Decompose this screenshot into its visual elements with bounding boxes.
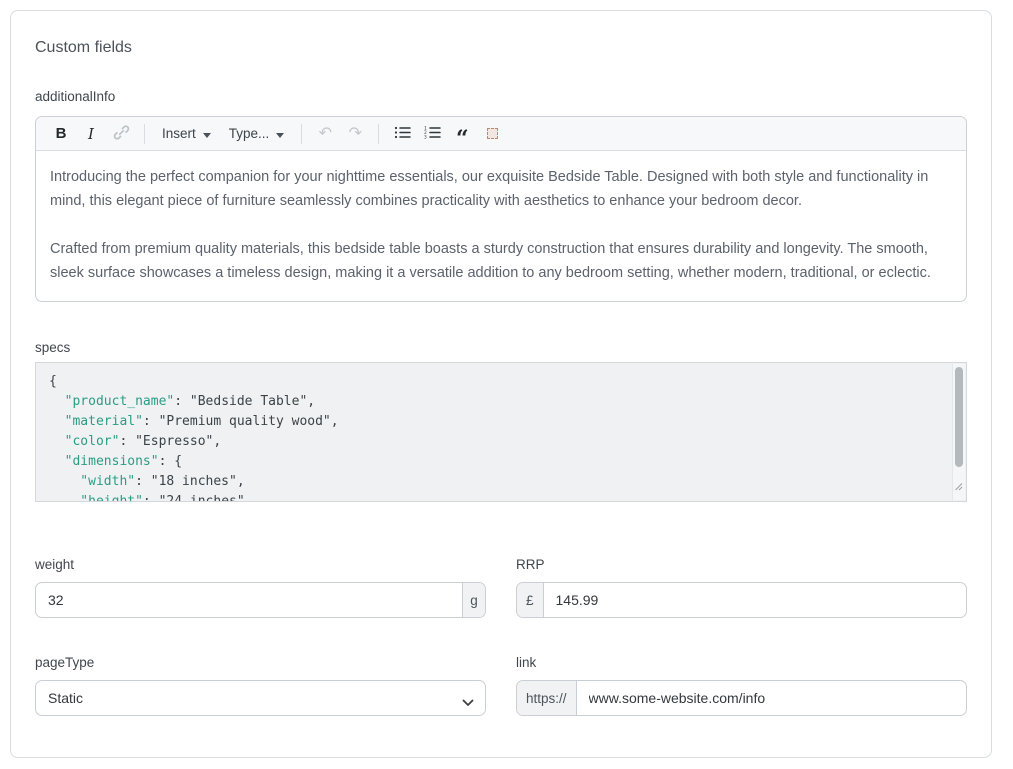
specs-code-editor[interactable]: { "product_name": "Bedside Table", "mate… — [35, 362, 967, 502]
undo-icon: ↶ — [319, 126, 332, 142]
link-icon — [113, 124, 130, 144]
numbered-list-button[interactable]: 1 2 3 — [420, 121, 444, 147]
toolbar-divider — [144, 124, 145, 144]
specs-code: { "product_name": "Bedside Table", "mate… — [49, 372, 940, 502]
bold-icon: B — [56, 125, 67, 142]
weight-input-group: g — [35, 582, 486, 618]
currency-addon: £ — [517, 583, 544, 617]
rrp-field-group: RRP £ — [516, 556, 967, 618]
insert-dropdown[interactable]: Insert — [156, 121, 217, 147]
scrollbar-track[interactable] — [952, 364, 965, 500]
link-label: link — [516, 654, 967, 671]
editor-paragraph: Introducing the perfect companion for yo… — [50, 165, 952, 213]
resize-grip-icon[interactable] — [954, 478, 963, 498]
link-input-group: https:// — [516, 680, 967, 716]
rrp-input[interactable] — [544, 583, 966, 617]
toolbar-divider — [378, 124, 379, 144]
editor-content-area[interactable]: Introducing the perfect companion for yo… — [36, 151, 966, 301]
rrp-label: RRP — [516, 556, 967, 573]
link-input[interactable] — [577, 681, 966, 715]
link-field-group: link https:// — [516, 654, 967, 716]
blockquote-button[interactable]: “ — [450, 121, 474, 147]
chevron-down-icon — [276, 126, 284, 141]
specs-label: specs — [35, 339, 967, 356]
undo-button[interactable]: ↶ — [313, 121, 337, 147]
rich-text-editor: B I Insert — [35, 116, 967, 302]
italic-icon: I — [88, 125, 94, 143]
type-dropdown-label: Type... — [229, 126, 270, 141]
insert-dropdown-label: Insert — [162, 126, 196, 141]
type-dropdown[interactable]: Type... — [223, 121, 291, 147]
bullet-list-icon — [394, 125, 411, 143]
additional-info-label: additionalInfo — [35, 88, 967, 106]
weight-unit-addon: g — [462, 583, 485, 617]
page-type-field-group: pageType Static — [35, 654, 486, 716]
toolbar-divider — [301, 124, 302, 144]
editor-paragraph: Crafted from premium quality materials, … — [50, 237, 952, 285]
editor-toolbar: B I Insert — [36, 117, 966, 151]
fields-grid: weight g RRP £ pageType Static — [35, 556, 967, 716]
link-button[interactable] — [109, 121, 133, 147]
bullet-list-button[interactable] — [390, 121, 414, 147]
italic-button[interactable]: I — [79, 121, 103, 147]
scrollbar-thumb[interactable] — [955, 367, 963, 467]
page-type-select[interactable]: Static — [35, 680, 486, 716]
numbered-list-icon: 1 2 3 — [424, 125, 441, 143]
chevron-down-icon — [203, 126, 211, 141]
bold-button[interactable]: B — [49, 121, 73, 147]
dashed-square-button[interactable] — [480, 121, 504, 147]
svg-text:3: 3 — [424, 134, 427, 139]
protocol-addon: https:// — [517, 681, 577, 715]
rrp-input-group: £ — [516, 582, 967, 618]
redo-button[interactable]: ↷ — [343, 121, 367, 147]
dashed-square-icon — [487, 128, 498, 139]
weight-field-group: weight g — [35, 556, 486, 618]
card-title: Custom fields — [35, 37, 967, 59]
page-type-label: pageType — [35, 654, 486, 671]
page-type-select-wrap: Static — [35, 680, 486, 716]
weight-label: weight — [35, 556, 486, 573]
blockquote-icon: “ — [456, 135, 469, 143]
weight-input[interactable] — [36, 583, 462, 617]
redo-icon: ↷ — [349, 126, 362, 142]
custom-fields-card: Custom fields additionalInfo B I — [10, 10, 992, 758]
